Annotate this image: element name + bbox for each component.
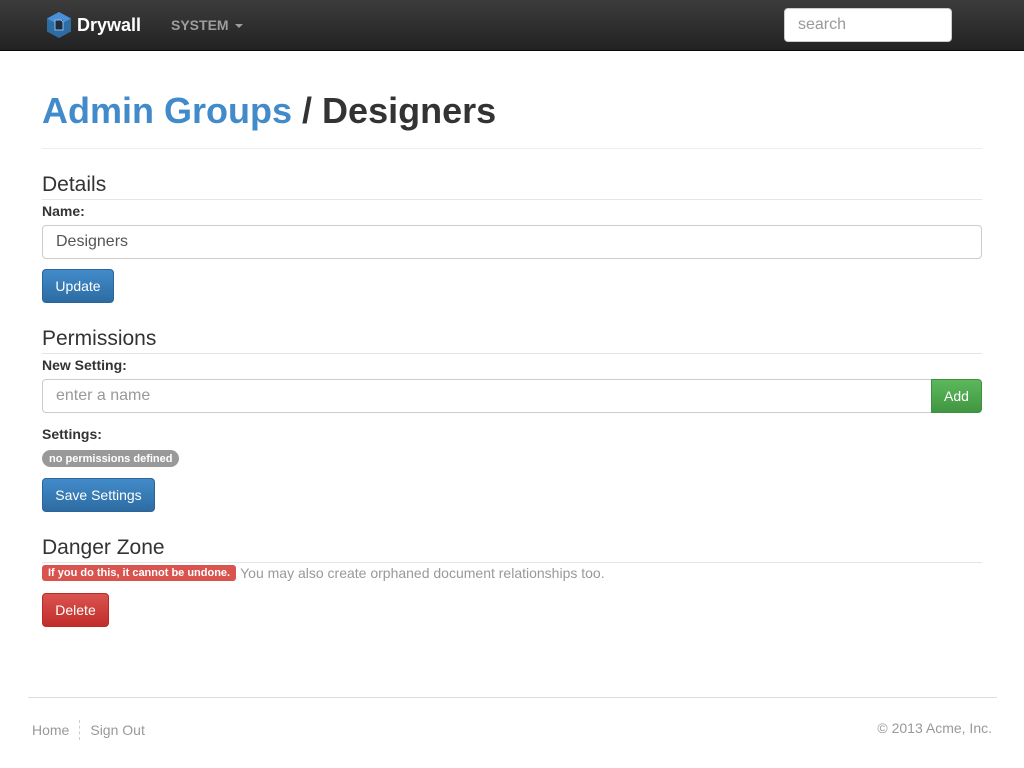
system-menu-label: SYSTEM [171,17,229,33]
footer-separator [79,720,81,740]
permissions-divider [42,353,982,354]
footer-sign-out-link[interactable]: Sign Out [90,722,144,738]
add-setting-button[interactable]: Add [931,379,982,413]
footer-copyright: © 2013 Acme, Inc. [877,720,992,736]
header-divider [42,148,982,149]
footer-divider [28,697,997,698]
details-divider [42,199,982,200]
caret-down-icon [234,24,243,28]
new-setting-input[interactable] [42,379,932,413]
page-title: Admin Groups / Designers [42,90,982,132]
name-label: Name: [42,203,85,219]
footer-home-link[interactable]: Home [32,722,69,738]
danger-zone-section-title: Danger Zone [42,536,165,559]
delete-button[interactable]: Delete [42,593,109,627]
update-button[interactable]: Update [42,269,114,303]
name-input[interactable] [42,225,982,259]
drywall-logo-icon [47,12,71,38]
breadcrumb-separator: / [302,90,313,131]
brand-name: Drywall [77,14,142,35]
danger-zone-divider [42,562,982,563]
details-section-title: Details [42,173,107,196]
system-menu[interactable]: SYSTEM [171,17,243,33]
permissions-section-title: Permissions [42,327,157,350]
search-input[interactable] [784,8,952,42]
save-settings-button[interactable]: Save Settings [42,478,155,512]
breadcrumb-admin-groups-link[interactable]: Admin Groups [42,90,292,131]
no-permissions-badge: no permissions defined [42,450,180,467]
breadcrumb-current: Designers [322,90,497,131]
new-setting-label: New Setting: [42,357,127,373]
footer-links: Home Sign Out [32,720,145,740]
settings-label: Settings: [42,426,102,442]
danger-warning: If you do this, it cannot be undone. You… [42,565,605,581]
top-navbar: Drywall SYSTEM [0,0,1024,51]
danger-warning-label: If you do this, it cannot be undone. [42,565,237,581]
brand-link[interactable]: Drywall [46,10,141,40]
danger-warning-text: You may also create orphaned document re… [240,565,605,581]
